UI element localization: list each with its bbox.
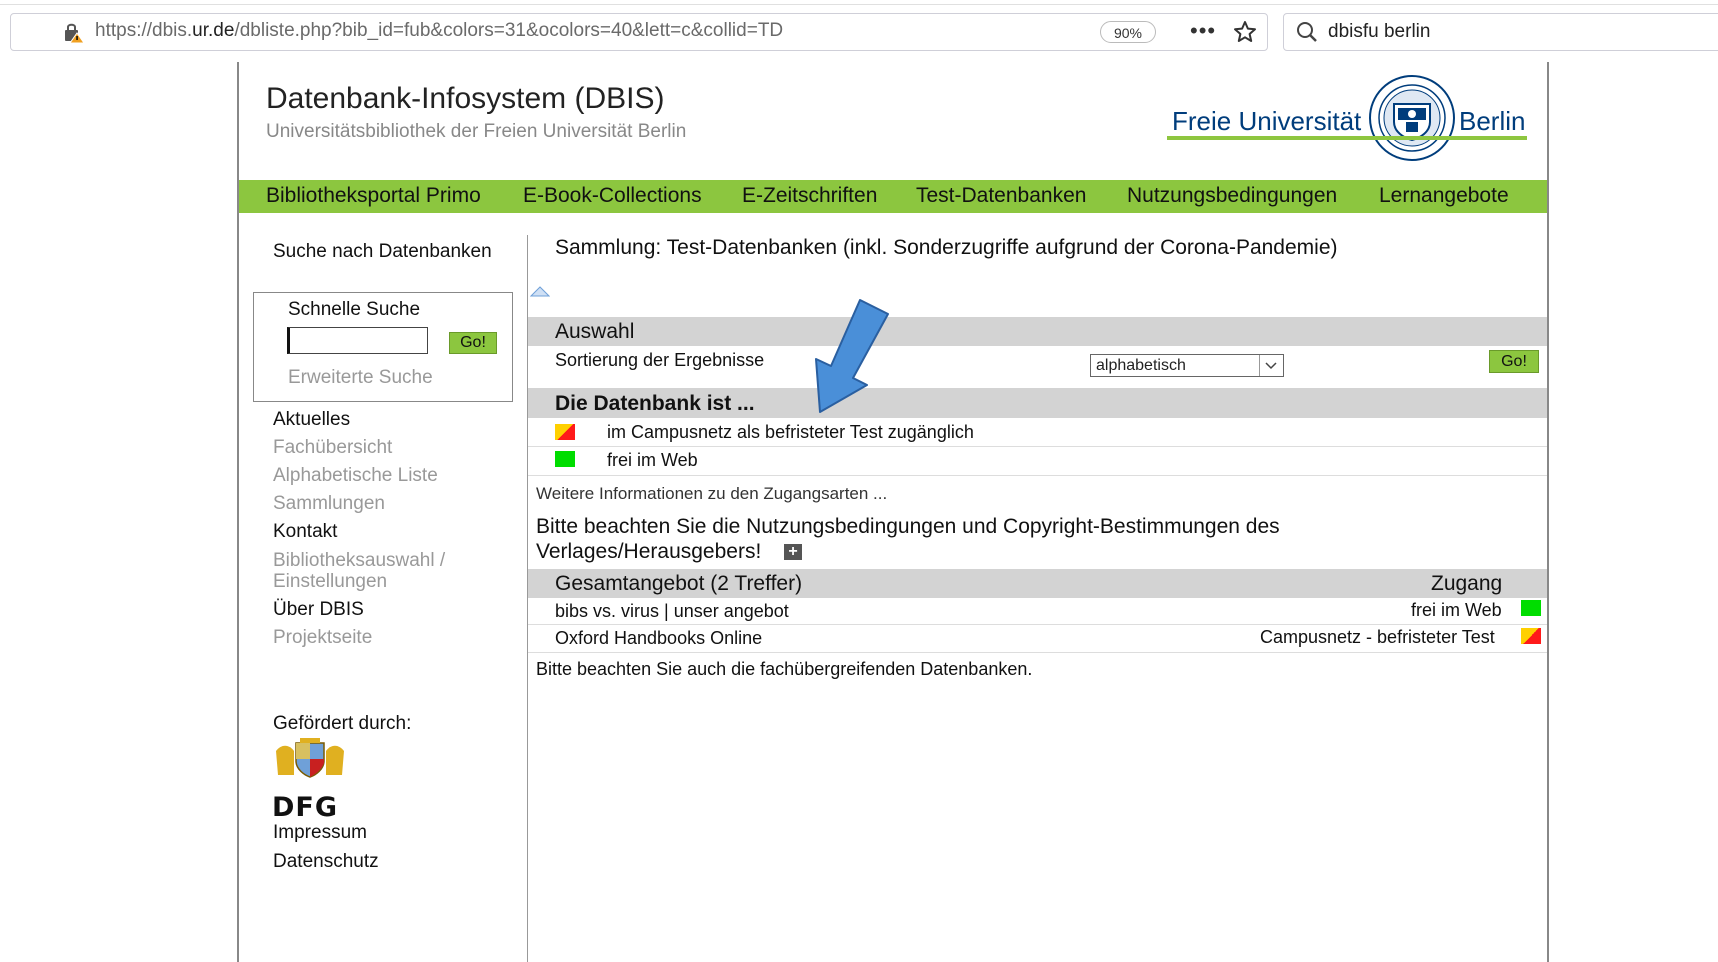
- cross-discipline-note[interactable]: Bitte beachten Sie auch die fachübergrei…: [536, 659, 1032, 680]
- advanced-search-link[interactable]: Erweiterte Suche: [288, 367, 433, 389]
- notice-line-2: Verlages/Herausgebers!: [536, 540, 762, 563]
- sort-go-button[interactable]: Go!: [1489, 350, 1539, 373]
- expand-plus-icon[interactable]: +: [784, 544, 802, 560]
- legend-campus-text: im Campusnetz als befristeter Test zugän…: [607, 422, 974, 442]
- impressum-link[interactable]: Impressum: [273, 822, 367, 844]
- sort-select[interactable]: alphabetisch: [1090, 354, 1284, 377]
- more-actions-icon[interactable]: •••: [1190, 18, 1216, 44]
- insecure-lock-icon[interactable]: [62, 21, 86, 48]
- row-divider: [528, 652, 1547, 653]
- sidebar-search-heading: Suche nach Datenbanken: [273, 241, 492, 262]
- nav-test-datenbanken[interactable]: Test-Datenbanken: [916, 184, 1086, 208]
- free-web-legend-icon: [555, 451, 575, 467]
- nav-primo[interactable]: Bibliotheksportal Primo: [266, 184, 481, 208]
- sidebar-item-sammlungen[interactable]: Sammlungen: [273, 493, 385, 515]
- nav-e-zeitschriften[interactable]: E-Zeitschriften: [742, 184, 877, 208]
- auswahl-section-bar: [528, 317, 1547, 346]
- annotation-arrow-icon: [800, 296, 900, 421]
- access-heading: Zugang: [1431, 572, 1503, 595]
- zoom-level-badge[interactable]: 90%: [1100, 21, 1156, 43]
- sidebar-item-ueber-dbis[interactable]: Über DBIS: [273, 599, 364, 621]
- datenschutz-link[interactable]: Datenschutz: [273, 851, 379, 873]
- db-status-heading: Die Datenbank ist ...: [555, 392, 755, 415]
- dfg-logo[interactable]: DFG: [272, 792, 338, 823]
- campus-test-access-icon: [1521, 628, 1541, 644]
- sidebar-item-fachuebersicht[interactable]: Fachübersicht: [273, 437, 392, 459]
- row-divider: [528, 624, 1547, 625]
- sort-label: Sortierung der Ergebnisse: [555, 350, 765, 370]
- sidebar-item-einstellungen[interactable]: Einstellungen: [273, 571, 387, 593]
- result-name-link[interactable]: Oxford Handbooks Online: [555, 628, 762, 649]
- sidebar-item-bibliotheksauswahl[interactable]: Bibliotheksauswahl /: [273, 550, 445, 572]
- more-info-link[interactable]: Weitere Informationen zu den Zugangsarte…: [536, 484, 887, 504]
- quick-search-go-button[interactable]: Go!: [449, 332, 497, 354]
- result-access-text: frei im Web: [1411, 600, 1502, 620]
- browser-search-text[interactable]: dbisfu berlin: [1328, 21, 1430, 43]
- sidebar-item-kontakt[interactable]: Kontakt: [273, 521, 337, 543]
- window-top-edge: [0, 0, 1718, 5]
- bavaria-coat-of-arms-icon[interactable]: [274, 737, 346, 784]
- nav-lernangebote[interactable]: Lernangebote: [1379, 184, 1509, 208]
- triangle-up-icon[interactable]: [529, 284, 551, 302]
- nav-nutzungsbedingungen[interactable]: Nutzungsbedingungen: [1127, 184, 1337, 208]
- quick-search-input[interactable]: [287, 327, 428, 354]
- legend-free-text: frei im Web: [607, 450, 698, 470]
- fu-logo-text-right[interactable]: Berlin: [1459, 106, 1525, 137]
- results-heading: Gesamtangebot (2 Treffer): [555, 572, 803, 595]
- campus-test-legend-icon: [555, 424, 575, 440]
- bookmark-star-icon[interactable]: [1233, 20, 1257, 49]
- chevron-down-icon[interactable]: [1259, 355, 1283, 376]
- auswahl-heading: Auswahl: [555, 320, 635, 343]
- fu-logo-text-left[interactable]: Freie Universität: [1172, 106, 1361, 137]
- fu-seal-icon[interactable]: [1368, 74, 1456, 167]
- result-access-text: Campusnetz - befristeter Test: [1260, 627, 1495, 647]
- site-subtitle: Universitätsbibliothek der Freien Univer…: [266, 121, 687, 142]
- quick-search-label: Schnelle Suche: [288, 299, 421, 320]
- fu-logo-underline: [1167, 136, 1527, 140]
- page-right-border: [1547, 62, 1549, 962]
- result-name-link[interactable]: bibs vs. virus | unser angebot: [555, 601, 789, 622]
- notice-line-1: Bitte beachten Sie die Nutzungsbedingung…: [536, 515, 1280, 538]
- site-title: Datenbank-Infosystem (DBIS): [266, 82, 665, 115]
- nav-ebook-collections[interactable]: E-Book-Collections: [523, 184, 702, 208]
- collection-title: Sammlung: Test-Datenbanken (inkl. Sonder…: [555, 236, 1338, 259]
- sidebar-item-aktuelles[interactable]: Aktuelles: [273, 409, 350, 431]
- sidebar-item-projektseite[interactable]: Projektseite: [273, 627, 372, 649]
- search-icon: [1296, 21, 1318, 48]
- row-divider: [528, 475, 1547, 476]
- free-web-access-icon: [1521, 600, 1541, 616]
- sidebar-item-alphabetische-liste[interactable]: Alphabetische Liste: [273, 465, 438, 487]
- url-text[interactable]: https://dbis.ur.de/dbliste.php?bib_id=fu…: [95, 20, 783, 42]
- row-divider: [528, 446, 1547, 447]
- funded-by-label: Gefördert durch:: [273, 713, 412, 734]
